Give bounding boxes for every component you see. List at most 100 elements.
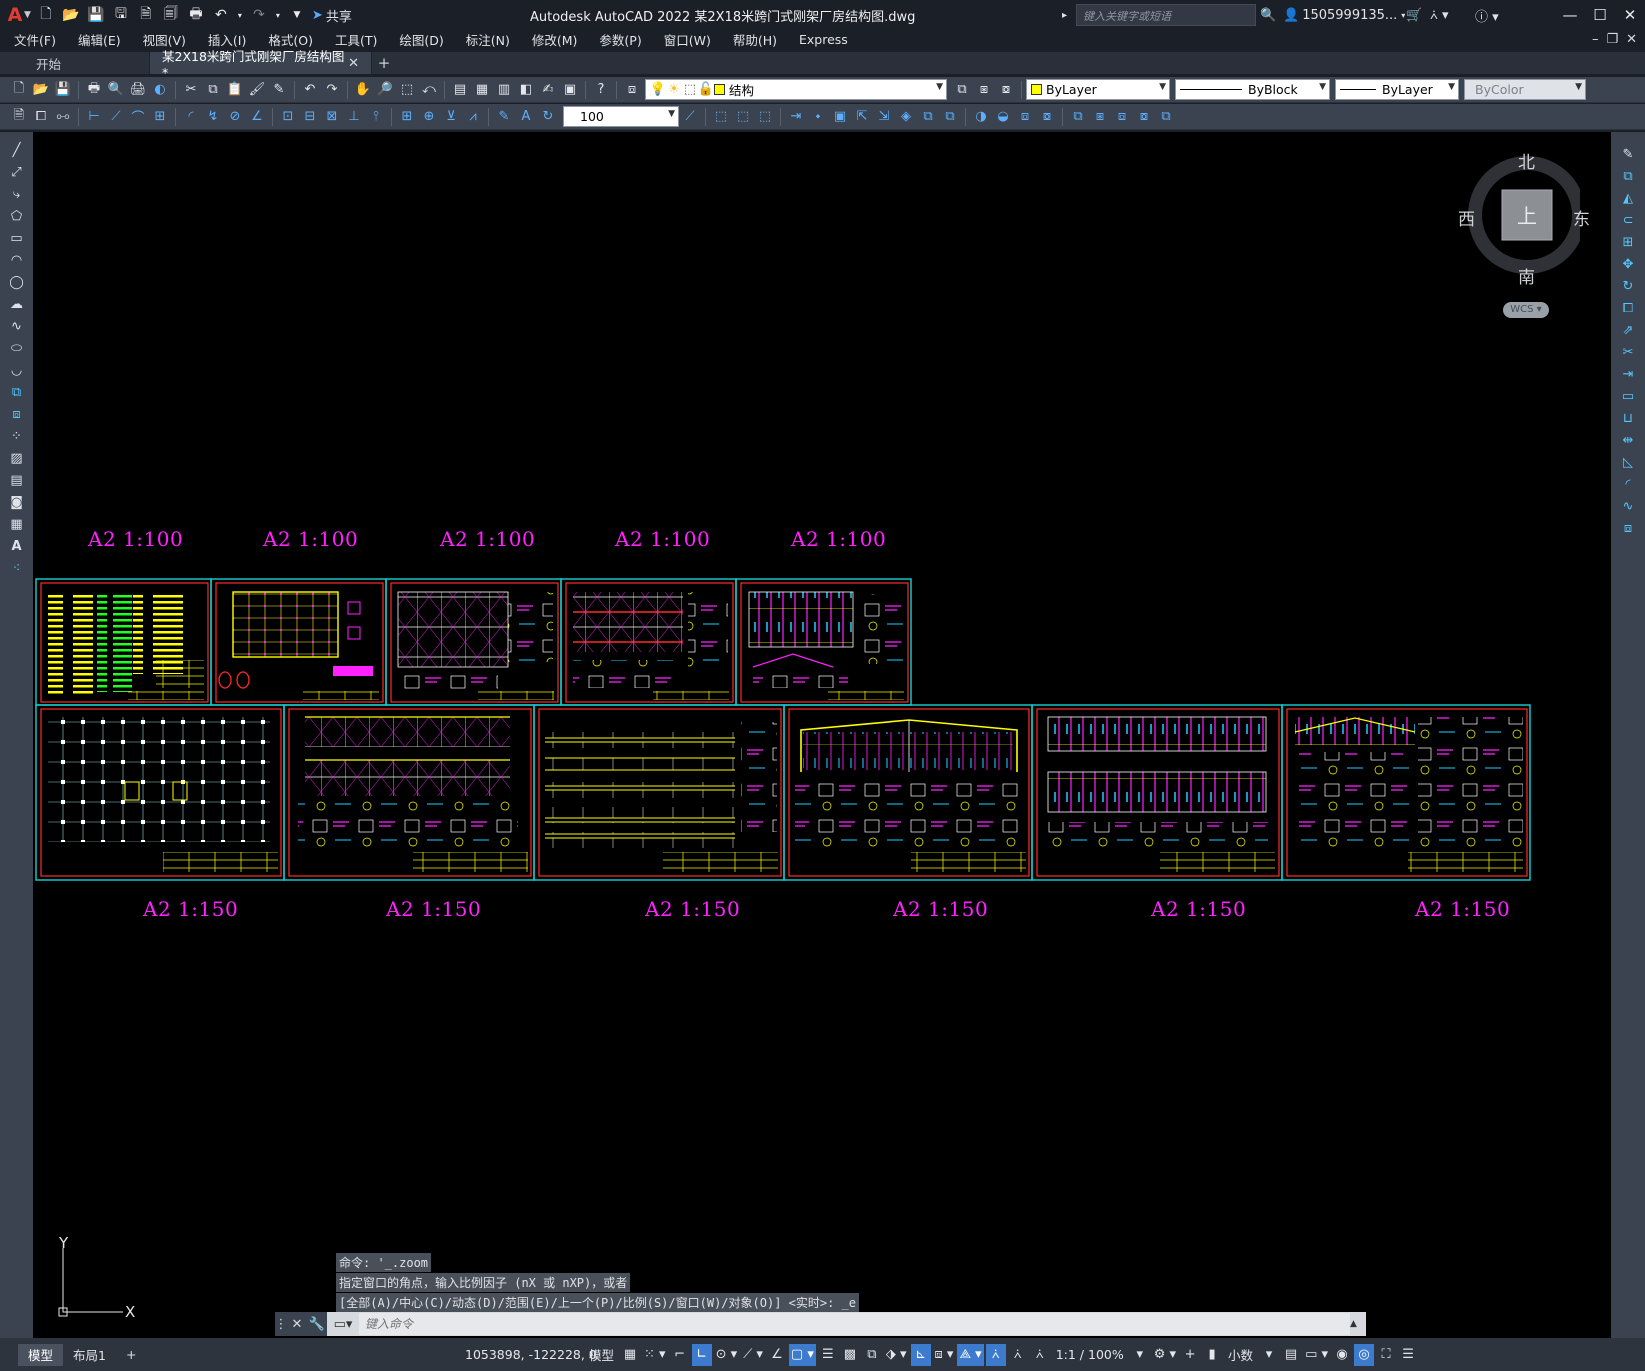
sheet-10[interactable]: [1031, 704, 1283, 881]
viewcube-west[interactable]: 西: [1458, 205, 1475, 230]
region-icon[interactable]: ◙: [5, 492, 29, 513]
lineweight-dropdown[interactable]: ByLayer ▼: [1335, 79, 1459, 100]
view-manager-icon[interactable]: ⧉: [1067, 106, 1089, 128]
doc-restore-icon[interactable]: ❐: [1606, 32, 1618, 47]
paste-icon[interactable]: 📋: [224, 79, 246, 101]
plot-icon[interactable]: 🖶: [83, 79, 105, 101]
zoom-window-icon[interactable]: ⬚: [396, 79, 418, 101]
make-current-layer-icon[interactable]: ⧉: [951, 79, 973, 101]
search-input[interactable]: 键入关键字或短语: [1076, 4, 1256, 26]
undo-icon[interactable]: ↶: [299, 79, 321, 101]
help-icon[interactable]: ?: [590, 79, 612, 101]
ucs-view-icon[interactable]: ▣: [829, 106, 851, 128]
sheet-5[interactable]: [735, 578, 912, 706]
user-account[interactable]: 👤 1505999135... ▾: [1283, 4, 1405, 26]
save-icon[interactable]: 💾: [85, 4, 107, 26]
scale-icon[interactable]: ⧠: [1616, 298, 1640, 319]
ucs-zaxis-icon[interactable]: ⇲: [873, 106, 895, 128]
add-layout-icon[interactable]: +: [116, 1344, 146, 1366]
open-web-icon[interactable]: 🗎: [135, 4, 157, 26]
properties-icon[interactable]: ▤: [449, 79, 471, 101]
menu-modify[interactable]: 修改(M): [532, 30, 578, 49]
copy-icon[interactable]: ⧉: [202, 79, 224, 101]
markup-icon[interactable]: ✍: [537, 79, 559, 101]
minimize-icon[interactable]: —: [1555, 0, 1585, 30]
3d-dwf-icon[interactable]: ◐: [149, 79, 171, 101]
extend-icon[interactable]: ⇥: [1616, 364, 1640, 385]
open-icon[interactable]: 📂: [30, 79, 52, 101]
doc-minimize-icon[interactable]: –: [1592, 32, 1599, 47]
aligned-dim-icon[interactable]: ⟋: [105, 106, 127, 128]
dim-space-icon[interactable]: ⊥: [343, 106, 365, 128]
linear-dim-icon[interactable]: ⊢: [83, 106, 105, 128]
viewcube-east[interactable]: 东: [1573, 205, 1590, 230]
join-icon[interactable]: ⇹: [1616, 430, 1640, 451]
layer-dropdown[interactable]: 💡 ☀ ⬚ 🔓 结构 ▼: [645, 79, 947, 100]
linetype-dropdown[interactable]: ByBlock ▼: [1175, 79, 1330, 100]
recent-commands-icon[interactable]: ▭▾: [327, 1312, 359, 1336]
maximize-icon[interactable]: ☐: [1585, 0, 1615, 30]
tool-palettes-icon[interactable]: ▥: [493, 79, 515, 101]
viewcube-north[interactable]: 北: [1518, 148, 1535, 173]
inspection-icon[interactable]: ⊻: [440, 106, 462, 128]
help-icon[interactable]: ⓘ ▾: [1475, 4, 1499, 26]
angular-dim-icon[interactable]: ∠: [246, 106, 268, 128]
ucs-origin-icon[interactable]: ⇱: [851, 106, 873, 128]
hardware-acceleration-icon[interactable]: ◎: [1354, 1343, 1375, 1366]
autodesk-app-icon[interactable]: ⩑ ▾: [1430, 4, 1449, 26]
quick-properties-icon[interactable]: ▤: [1281, 1344, 1301, 1366]
menu-file[interactable]: 文件(F): [14, 30, 56, 49]
center-mark-icon[interactable]: ⊕: [418, 106, 440, 128]
menu-edit[interactable]: 编辑(E): [78, 30, 121, 49]
doc-close-icon[interactable]: ✕: [1626, 32, 1637, 47]
command-close-icon[interactable]: ✕: [287, 1312, 307, 1336]
multiline-text-icon[interactable]: A: [5, 536, 29, 557]
circle-icon[interactable]: ◯: [5, 272, 29, 293]
annotation-scale-icon[interactable]: ⟋: [679, 106, 701, 128]
sheet-2[interactable]: [210, 578, 387, 706]
ortho-icon[interactable]: ∟: [691, 1343, 712, 1366]
save-web-icon[interactable]: 🗐: [160, 4, 182, 26]
ucs-world-icon[interactable]: ⬚: [732, 106, 754, 128]
open-file-icon[interactable]: 📂: [60, 4, 82, 26]
customization-icon[interactable]: ☰: [1398, 1344, 1418, 1366]
selection-filter-icon[interactable]: ⧈ ▾: [933, 1344, 956, 1366]
ucs-y-icon[interactable]: ⧉: [939, 106, 961, 128]
quick-calc-icon[interactable]: ▣: [559, 79, 581, 101]
selection-cycling-icon[interactable]: ⧉: [862, 1344, 882, 1366]
search-expand-icon[interactable]: ▸: [1062, 4, 1067, 26]
zoom-previous-icon[interactable]: ⤺: [418, 79, 440, 101]
cart-icon[interactable]: 🛒: [1406, 4, 1422, 26]
chamfer-icon[interactable]: ◺: [1616, 452, 1640, 473]
menu-express[interactable]: Express: [799, 32, 848, 47]
cut-icon[interactable]: ✂: [180, 79, 202, 101]
isometric-icon[interactable]: ⟋ ▾: [741, 1344, 765, 1366]
redo-icon[interactable]: ↷: [248, 4, 270, 26]
dim-style-icon[interactable]: ⧠: [30, 106, 52, 128]
drawing-canvas[interactable]: A2 1:100 A2 1:100 A2 1:100 A2 1:100 A2 1…: [33, 132, 1611, 1338]
object-snap-tracking-icon[interactable]: ∠: [767, 1344, 787, 1366]
construction-line-icon[interactable]: ⤢: [5, 162, 29, 183]
tolerance-icon[interactable]: ⊞: [396, 106, 418, 128]
units-icon[interactable]: ▮: [1202, 1344, 1222, 1366]
make-block-icon[interactable]: ⧈: [5, 404, 29, 425]
dynamic-ucs-icon[interactable]: ⊾: [910, 1343, 931, 1366]
viewcube-south[interactable]: 南: [1518, 263, 1535, 288]
mirror-icon[interactable]: ◭: [1616, 188, 1640, 209]
isolate-objects-icon[interactable]: ◉: [1332, 1344, 1352, 1366]
menu-draw[interactable]: 绘图(D): [399, 30, 443, 49]
layer-state-icon[interactable]: ⧇: [995, 79, 1017, 101]
sheet-11[interactable]: [1281, 704, 1531, 881]
tab-start[interactable]: 开始: [0, 52, 150, 74]
convert-viewport-icon[interactable]: ⧉: [1155, 106, 1177, 128]
application-menu-chevron-icon[interactable]: ▼: [24, 10, 31, 20]
customize-qat-icon[interactable]: ▼: [286, 4, 308, 26]
viewport-scale-icon[interactable]: ⧇: [1133, 106, 1155, 128]
pan-icon[interactable]: ✋: [352, 79, 374, 101]
arc-icon[interactable]: ◠: [5, 250, 29, 271]
move-icon[interactable]: ✥: [1616, 254, 1640, 275]
menu-window[interactable]: 窗口(W): [664, 30, 711, 49]
undo-icon[interactable]: ↶: [210, 4, 232, 26]
share-button[interactable]: ➤ 共享: [312, 6, 352, 25]
rectangle-icon[interactable]: ▭: [5, 228, 29, 249]
